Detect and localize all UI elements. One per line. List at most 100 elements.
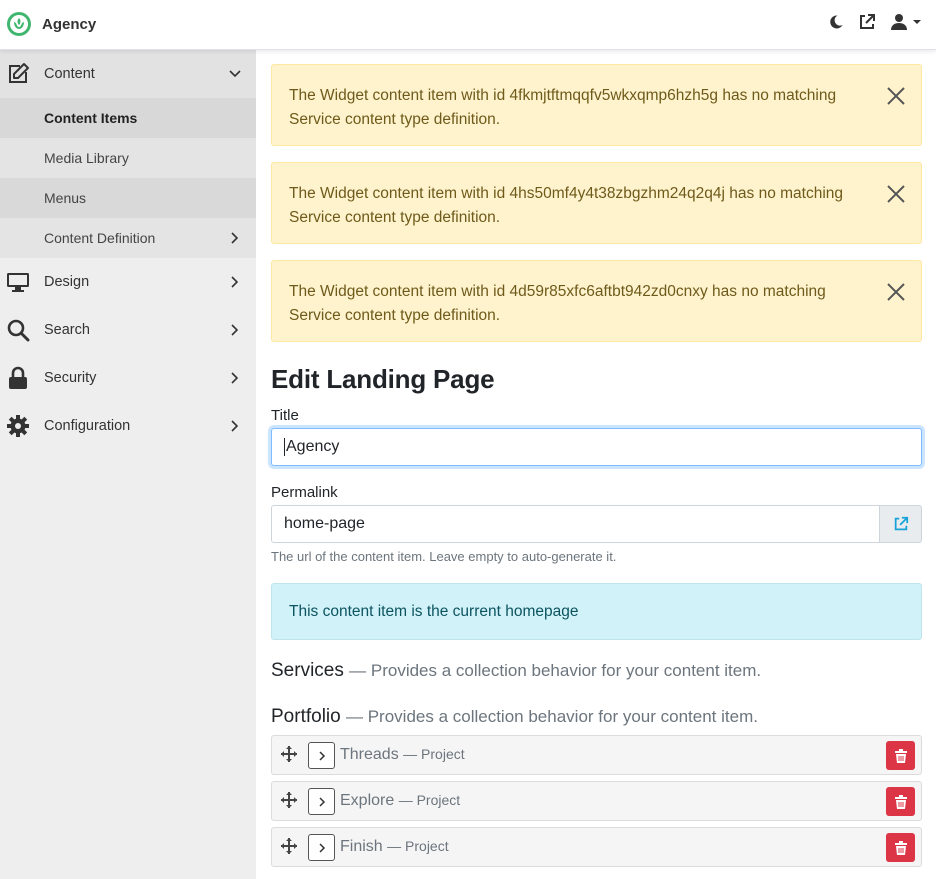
- move-handle-icon[interactable]: [280, 837, 298, 855]
- trash-icon: [894, 748, 907, 763]
- item-type: — Project: [403, 746, 465, 762]
- warning-alert: The Widget content item with id 4hs50mf4…: [271, 162, 922, 244]
- alert-text-line: Service content type definition.: [289, 307, 501, 324]
- text-caret: [284, 438, 285, 456]
- close-icon[interactable]: [886, 184, 906, 204]
- main-content: The Widget content item with id 4fkmjtft…: [271, 64, 922, 873]
- chevron-right-icon: [231, 324, 239, 336]
- chevron-right-icon: [318, 842, 325, 853]
- sidebar-item-media-library[interactable]: Media Library: [0, 138, 256, 178]
- list-item-label: Threads — Project: [340, 746, 465, 764]
- user-icon: [891, 14, 907, 30]
- permalink-input[interactable]: home-page: [271, 505, 880, 543]
- view-site-button[interactable]: [858, 13, 876, 31]
- item-title: Explore: [340, 792, 395, 809]
- expand-button[interactable]: [308, 834, 335, 861]
- item-type: — Project: [387, 838, 449, 854]
- gear-icon: [7, 415, 29, 437]
- edit-icon: [9, 63, 29, 83]
- list-item-label: Finish — Project: [340, 838, 449, 856]
- permalink-label: Permalink: [271, 484, 338, 501]
- close-icon[interactable]: [886, 282, 906, 302]
- chevron-right-icon: [231, 276, 239, 288]
- alert-text-line: Service content type definition.: [289, 209, 501, 226]
- sidebar-item-label: Configuration: [44, 418, 131, 434]
- homepage-info-alert: This content item is the current homepag…: [271, 583, 922, 640]
- sidebar: Content Content Items Media Library Menu…: [0, 50, 256, 879]
- sidebar-item-label: Search: [44, 322, 90, 338]
- services-description: — Provides a collection behavior for you…: [349, 661, 762, 680]
- sidebar-item-label: Content: [44, 66, 95, 82]
- sidebar-item-design[interactable]: Design: [0, 258, 256, 306]
- expand-button[interactable]: [308, 788, 335, 815]
- open-permalink-button[interactable]: [880, 505, 922, 543]
- sidebar-item-label: Content Items: [44, 110, 138, 126]
- warning-alert: The Widget content item with id 4d59r85x…: [271, 260, 922, 342]
- sidebar-item-content-definition[interactable]: Content Definition: [0, 218, 256, 258]
- close-icon[interactable]: [886, 86, 906, 106]
- sidebar-item-label: Design: [44, 274, 90, 290]
- external-link-icon: [860, 14, 875, 29]
- external-link-icon: [894, 516, 908, 531]
- homepage-info-text: This content item is the current homepag…: [289, 602, 579, 620]
- top-bar: Agency: [0, 0, 936, 50]
- user-menu[interactable]: [890, 13, 922, 31]
- title-label: Title: [271, 407, 299, 424]
- item-title: Finish: [340, 838, 383, 855]
- portfolio-description: — Provides a collection behavior for you…: [345, 707, 758, 726]
- services-title: Services: [271, 660, 344, 681]
- brand-logo-icon: [7, 12, 31, 36]
- item-type: — Project: [398, 792, 461, 808]
- list-item-label: Explore — Project: [340, 792, 460, 810]
- warning-alert: The Widget content item with id 4fkmjtft…: [271, 64, 922, 146]
- caret-down-icon: [913, 20, 921, 24]
- sidebar-item-content[interactable]: Content: [0, 50, 256, 98]
- permalink-group: home-page: [271, 505, 922, 543]
- title-input-value: Agency: [286, 438, 340, 455]
- move-handle-icon[interactable]: [280, 745, 298, 763]
- alert-text-line: The Widget content item with id 4fkmjtft…: [289, 87, 837, 104]
- chevron-right-icon: [231, 420, 239, 432]
- item-title: Threads: [340, 746, 399, 763]
- delete-button[interactable]: [886, 787, 915, 816]
- alert-text-line: Service content type definition.: [289, 111, 501, 128]
- sidebar-item-label: Security: [44, 370, 97, 386]
- brand[interactable]: Agency: [6, 11, 96, 37]
- trash-icon: [894, 840, 907, 855]
- chevron-right-icon: [231, 232, 239, 244]
- list-item: Threads — Project: [271, 735, 922, 775]
- sidebar-item-search[interactable]: Search: [0, 306, 256, 354]
- chevron-right-icon: [318, 750, 325, 761]
- sidebar-item-label: Content Definition: [44, 230, 156, 246]
- dark-mode-toggle[interactable]: [828, 14, 844, 30]
- chevron-right-icon: [231, 372, 239, 384]
- sidebar-item-content-items[interactable]: Content Items: [0, 98, 256, 138]
- permalink-hint: The url of the content item. Leave empty…: [271, 549, 617, 564]
- moon-icon: [830, 15, 843, 29]
- alert-text-line: The Widget content item with id 4hs50mf4…: [289, 185, 844, 202]
- page-title: Edit Landing Page: [271, 364, 495, 394]
- sidebar-item-menus[interactable]: Menus: [0, 178, 256, 218]
- portfolio-title: Portfolio: [271, 706, 341, 727]
- move-handle-icon[interactable]: [280, 791, 298, 809]
- search-icon: [7, 319, 30, 342]
- lock-icon: [9, 366, 27, 389]
- delete-button[interactable]: [886, 833, 915, 862]
- title-input[interactable]: Agency: [271, 428, 922, 466]
- sidebar-item-configuration[interactable]: Configuration: [0, 402, 256, 450]
- list-item: Finish — Project: [271, 827, 922, 867]
- delete-button[interactable]: [886, 741, 915, 770]
- chevron-right-icon: [318, 796, 325, 807]
- portfolio-heading: Portfolio — Provides a collection behavi…: [271, 706, 922, 728]
- sidebar-item-security[interactable]: Security: [0, 354, 256, 402]
- trash-icon: [894, 794, 907, 809]
- sidebar-item-label: Menus: [44, 190, 87, 206]
- services-heading: Services — Provides a collection behavio…: [271, 660, 922, 682]
- chevron-down-icon: [229, 70, 241, 78]
- permalink-input-value: home-page: [284, 515, 365, 532]
- sidebar-item-label: Media Library: [44, 150, 129, 166]
- alert-text-line: The Widget content item with id 4d59r85x…: [289, 283, 826, 300]
- expand-button[interactable]: [308, 742, 335, 769]
- monitor-icon: [7, 273, 29, 292]
- app-name: Agency: [42, 15, 97, 33]
